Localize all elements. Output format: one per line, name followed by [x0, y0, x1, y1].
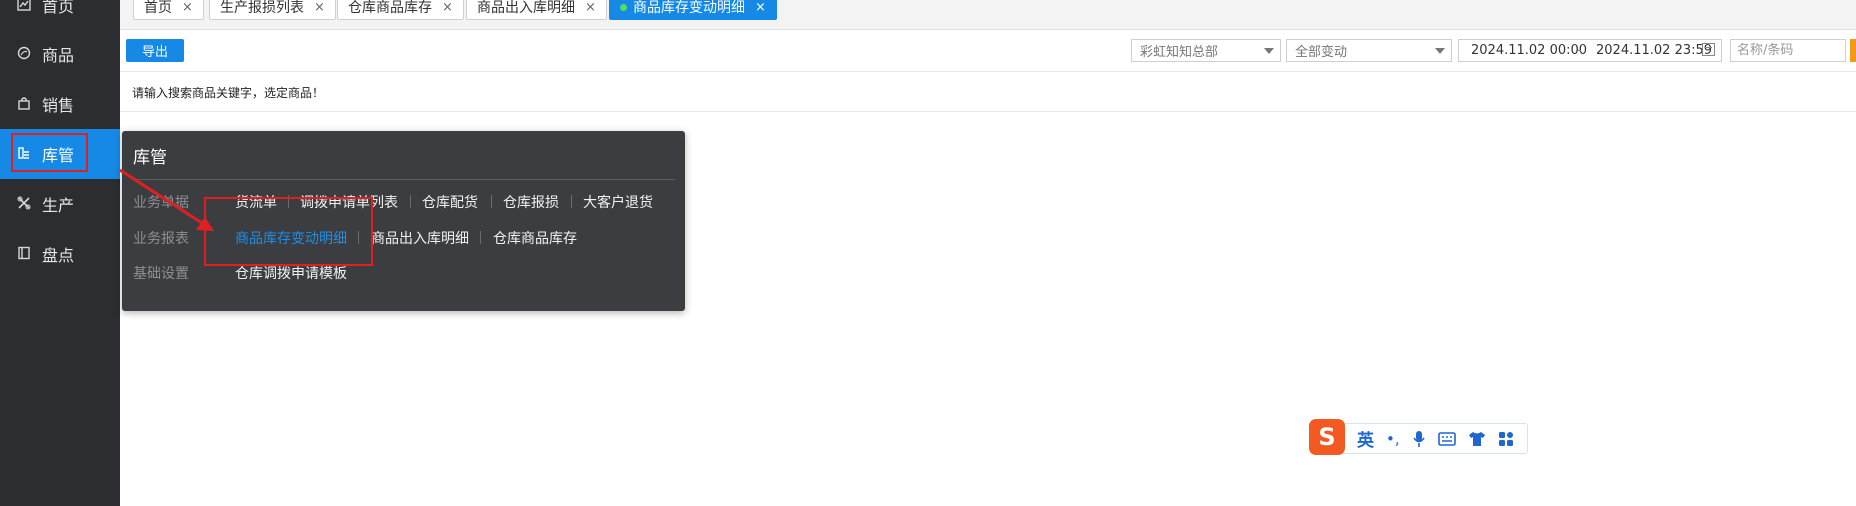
export-button[interactable]: 导出 [126, 39, 184, 62]
sidebar-item-label: 商品 [42, 46, 75, 65]
sogou-logo-icon[interactable]: S [1309, 418, 1345, 455]
tab-warehouse-stock[interactable]: 仓库商品库存 × [337, 0, 464, 20]
date-separator: - [1577, 43, 1582, 58]
divider [120, 111, 1856, 112]
menu-item-customer-return[interactable]: 大客户退货 [583, 192, 653, 212]
change-type-select[interactable]: 全部变动 [1286, 39, 1452, 62]
row-label-settings: 基础设置 [133, 266, 189, 282]
active-dot-icon [620, 3, 627, 11]
search-button[interactable] [1850, 39, 1856, 62]
tab-stock-change-detail[interactable]: 商品库存变动明细 × [609, 0, 777, 20]
toolbar: 导出 彩虹知知总部 全部变动 2024.11.02 00:00 - 2024.1… [120, 30, 1856, 72]
annotation-box-sidebar [11, 133, 88, 172]
search-hint: 请输入搜索商品关键字，选定商品！ [132, 86, 325, 100]
menu-item-warehouse-allocation[interactable]: 仓库配货 [422, 192, 478, 212]
chevron-down-icon [1264, 48, 1274, 54]
row-label-reports: 业务报表 [133, 231, 189, 247]
change-select-value: 全部变动 [1295, 45, 1348, 60]
sidebar-item-label: 首页 [42, 0, 75, 16]
circle-icon [16, 46, 32, 62]
sidebar-item-goods[interactable]: 商品 [0, 29, 120, 79]
apps-icon[interactable] [1498, 431, 1514, 447]
row-label-documents: 业务单据 [133, 195, 189, 211]
sidebar-item-home[interactable]: 首页 [0, 0, 120, 30]
date-range-picker[interactable]: 2024.11.02 00:00 - 2024.11.02 23:59 [1458, 39, 1722, 62]
bag-icon [16, 96, 32, 112]
close-icon[interactable]: × [755, 0, 766, 15]
divider [133, 179, 675, 180]
tab-inout-detail[interactable]: 商品出入库明细 × [466, 0, 607, 20]
tab-bar: 首页 × 生产报损列表 × 仓库商品库存 × 商品出入库明细 × 商品库存变动明… [120, 0, 1856, 30]
org-select[interactable]: 彩虹知知总部 [1131, 39, 1281, 62]
ime-punctuation-toggle[interactable]: •, [1386, 430, 1400, 448]
microphone-icon[interactable] [1412, 430, 1426, 448]
date-end[interactable]: 2024.11.02 23:59 [1596, 43, 1712, 58]
ime-toolbar: S 英 •, [1309, 418, 1528, 455]
date-start[interactable]: 2024.11.02 00:00 [1471, 43, 1587, 58]
tab-label: 商品出入库明细 [477, 0, 575, 16]
tab-label: 商品库存变动明细 [633, 0, 745, 16]
tools-icon [16, 196, 32, 212]
sidebar-item-production[interactable]: 生产 [0, 179, 120, 229]
close-icon[interactable]: × [442, 0, 453, 15]
close-icon[interactable]: × [182, 0, 193, 15]
divider [491, 195, 492, 208]
org-select-value: 彩虹知知总部 [1140, 45, 1219, 60]
annotation-box-menu [204, 197, 373, 266]
popup-title: 库管 [133, 148, 167, 168]
tab-label: 首页 [144, 0, 172, 16]
tab-home[interactable]: 首页 × [133, 0, 204, 20]
sidebar-item-inventory-check[interactable]: 盘点 [0, 229, 120, 279]
menu-item-warehouse-stock[interactable]: 仓库商品库存 [493, 228, 577, 248]
sidebar-item-label: 生产 [42, 196, 75, 215]
book-icon [16, 246, 32, 262]
divider [410, 195, 411, 208]
chart-icon [16, 0, 32, 13]
shirt-icon[interactable] [1468, 431, 1486, 447]
search-input[interactable] [1730, 39, 1846, 62]
keyboard-icon[interactable] [1437, 431, 1456, 446]
menu-item-warehouse-loss[interactable]: 仓库报损 [503, 192, 559, 212]
ime-lang-toggle[interactable]: 英 [1357, 426, 1374, 451]
divider [480, 231, 481, 244]
calendar-icon[interactable] [1702, 43, 1715, 56]
sidebar-item-label: 销售 [42, 96, 75, 115]
tab-label: 生产报损列表 [220, 0, 304, 16]
tab-label: 仓库商品库存 [348, 0, 432, 16]
sidebar: 首页 商品 销售 库管 生产 盘点 [0, 0, 120, 506]
menu-item-inout-detail[interactable]: 商品出入库明细 [371, 228, 469, 248]
chevron-down-icon [1435, 48, 1445, 54]
sidebar-item-sales[interactable]: 销售 [0, 79, 120, 129]
tab-production-loss[interactable]: 生产报损列表 × [209, 0, 336, 20]
divider [571, 195, 572, 208]
sidebar-item-label: 盘点 [42, 246, 75, 265]
close-icon[interactable]: × [314, 0, 325, 15]
menu-item-transfer-template[interactable]: 仓库调拨申请模板 [235, 263, 347, 283]
close-icon[interactable]: × [585, 0, 596, 15]
